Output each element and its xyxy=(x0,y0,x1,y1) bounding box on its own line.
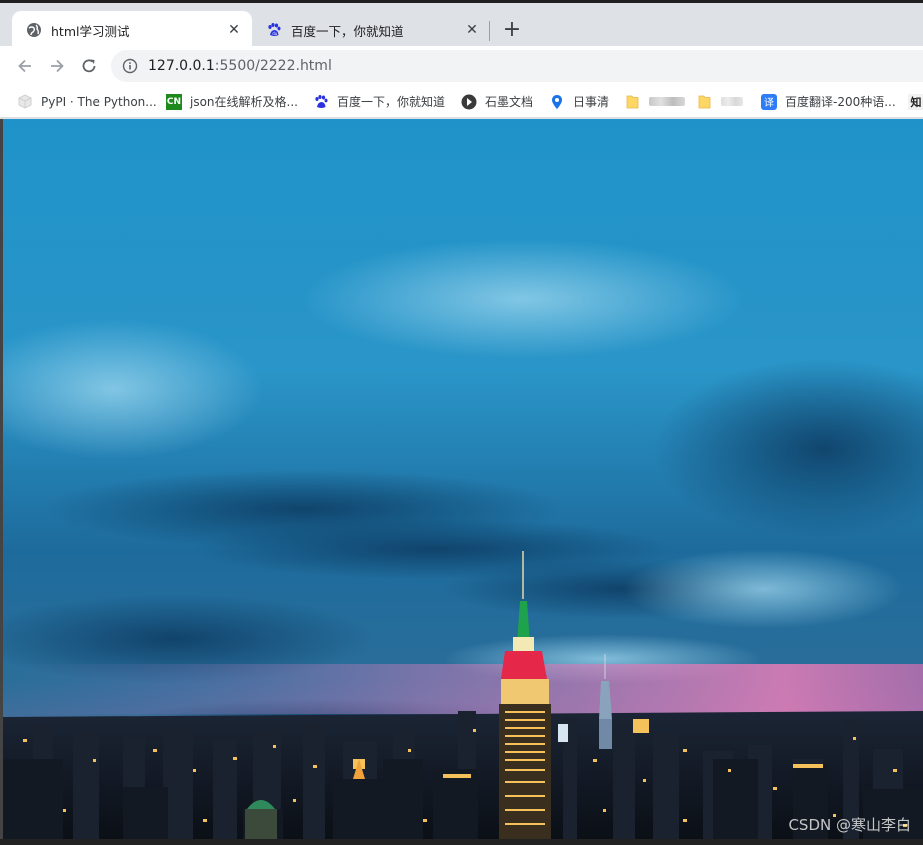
bookmark-label xyxy=(649,97,685,106)
bookmark-baidu[interactable]: 百度一下，你就知道 xyxy=(313,86,445,117)
bookmark-baidu-translate[interactable]: 译 百度翻译-200种语... xyxy=(761,86,896,117)
plus-icon: + xyxy=(502,17,522,42)
bookmark-rishiqing[interactable]: 日事清 xyxy=(549,86,609,117)
url-host: 127.0.0.1 xyxy=(148,58,215,74)
tab-divider xyxy=(489,21,490,41)
bookmark-label: PyPI · The Python... xyxy=(41,94,157,109)
baidu-paw-icon xyxy=(315,94,328,108)
bookmarks-bar: PyPI · The Python... CN json在线解析及格... 百度… xyxy=(0,86,923,118)
bookmark-label: 百度一下，你就知道 xyxy=(337,95,446,109)
arrow-left-icon xyxy=(18,59,31,73)
tab-strip: html学习测试 ✕ du 百度一下，你就知道 ✕ + xyxy=(0,0,923,49)
bookmark-pypi[interactable]: PyPI · The Python... xyxy=(17,86,157,117)
globe-icon xyxy=(27,23,41,37)
window-bottom-edge xyxy=(0,839,923,845)
url-path: :5500/2222.html xyxy=(214,58,332,74)
tab-baidu[interactable]: du 百度一下，你就知道 ✕ xyxy=(252,11,490,49)
back-button[interactable] xyxy=(11,52,39,80)
bookmark-folder-2[interactable] xyxy=(697,86,743,117)
pypi-cube-icon xyxy=(18,93,32,109)
bookmark-shimo[interactable]: 石墨文档 xyxy=(461,86,533,117)
translate-icon: 译 xyxy=(761,93,777,110)
browser-toolbar: 127.0.0.1:5500/2222.html xyxy=(0,46,923,86)
bookmark-label: json在线解析及格... xyxy=(190,95,298,109)
shimo-icon xyxy=(461,94,477,109)
svg-text:du: du xyxy=(272,31,278,36)
bookmark-label: 百度翻译-200种语... xyxy=(785,95,896,109)
cn-badge-icon: CN xyxy=(166,93,182,110)
folder-icon xyxy=(626,95,639,108)
forward-button[interactable] xyxy=(43,52,71,80)
reload-icon xyxy=(82,59,96,73)
bookmark-zhihu[interactable]: 知 xyxy=(908,86,923,117)
bookmark-json[interactable]: CN json在线解析及格... xyxy=(166,86,298,117)
bookmark-folder-1[interactable] xyxy=(625,86,685,117)
location-pin-icon xyxy=(552,94,562,109)
tab-html-test[interactable]: html学习测试 ✕ xyxy=(12,11,252,49)
page-content: CSDN @寒山李白 xyxy=(3,119,923,839)
bookmark-label: 日事清 xyxy=(573,95,610,109)
folder-icon xyxy=(698,95,711,108)
close-tab-icon[interactable]: ✕ xyxy=(226,22,242,38)
tab-title: 百度一下，你就知道 xyxy=(291,23,404,39)
address-bar[interactable]: 127.0.0.1:5500/2222.html xyxy=(111,50,923,82)
skyline-photo xyxy=(3,119,923,839)
close-tab-icon[interactable]: ✕ xyxy=(464,22,480,38)
bookmark-label: 石墨文档 xyxy=(485,95,534,109)
horizon-glow xyxy=(3,664,923,714)
arrow-right-icon xyxy=(51,59,64,73)
reload-button[interactable] xyxy=(75,52,103,80)
info-icon[interactable] xyxy=(122,58,138,74)
new-tab-button[interactable]: + xyxy=(500,18,524,42)
baidu-paw-icon: du xyxy=(268,23,281,36)
watermark-text: CSDN @寒山李白 xyxy=(788,816,911,834)
zhihu-icon: 知 xyxy=(908,93,923,110)
tab-title: html学习测试 xyxy=(51,23,130,39)
url-text: 127.0.0.1:5500/2222.html xyxy=(148,58,332,74)
bookmark-label xyxy=(721,97,743,106)
browser-window: html学习测试 ✕ du 百度一下，你就知道 ✕ + 127.0.0.1:55… xyxy=(0,0,923,845)
